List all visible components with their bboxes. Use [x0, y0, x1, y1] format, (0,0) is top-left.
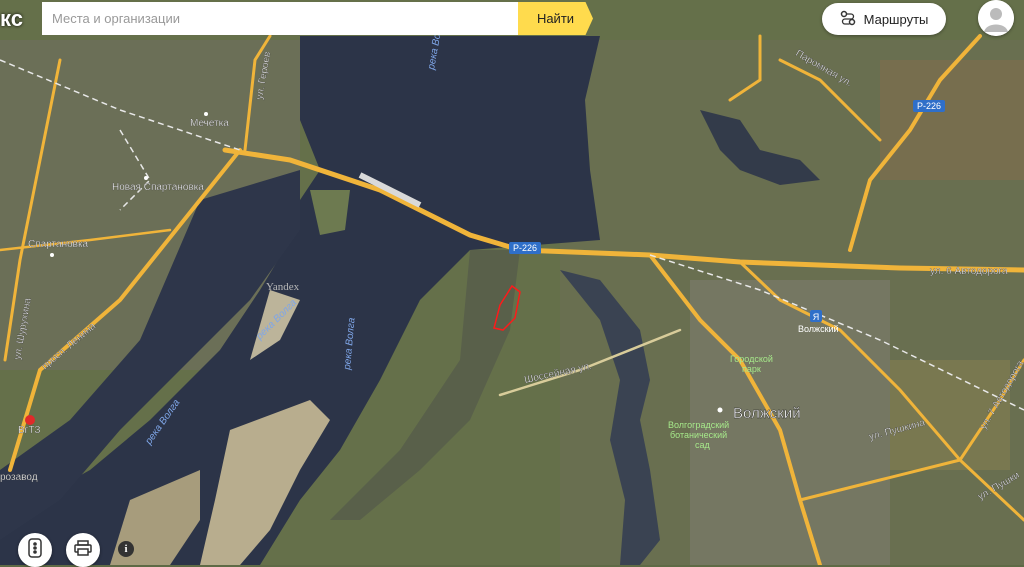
district-label: розавод	[0, 472, 38, 483]
park-label: парк	[742, 364, 761, 374]
print-button[interactable]	[66, 533, 100, 567]
user-avatar[interactable]	[978, 0, 1014, 36]
botanic-label: сад	[695, 440, 711, 450]
search-input[interactable]: Места и организации	[42, 2, 518, 35]
botanic-label: ботанический	[670, 430, 727, 440]
district-label: ВгТЗ	[18, 425, 40, 436]
road-badge: P-226	[913, 100, 945, 112]
routes-button[interactable]: Маршруты	[822, 3, 946, 35]
print-icon	[74, 539, 92, 561]
park-label: Городской	[730, 354, 773, 364]
botanic-label: Волгоградский	[668, 420, 729, 430]
satellite-map[interactable]: P-226 P-226 Yandex река Волга река Волга…	[0, 0, 1024, 565]
road-badge: P-226	[509, 242, 541, 254]
city-label: Волжский	[733, 405, 801, 422]
district-label: Мечетка	[190, 118, 229, 129]
district-label: Новая Спартановка	[112, 182, 204, 193]
svg-text:P-226: P-226	[917, 101, 941, 111]
traffic-icon	[28, 537, 42, 563]
svg-text:P-226: P-226	[513, 243, 537, 253]
info-icon[interactable]: i	[118, 541, 134, 557]
svg-text:Я: Я	[813, 312, 820, 322]
yandex-logo[interactable]: кс	[0, 4, 40, 34]
district-label: Спартановка	[28, 239, 89, 250]
traffic-button[interactable]	[18, 533, 52, 567]
map-watermark: Yandex	[266, 281, 300, 293]
street-label: ул. 6 Автодорога	[930, 266, 1008, 277]
poi-marker[interactable]	[25, 415, 35, 425]
find-button[interactable]: Найти	[518, 2, 593, 35]
routes-icon	[840, 10, 856, 29]
svg-text:Волжский: Волжский	[798, 324, 839, 334]
routes-label: Маршруты	[863, 11, 929, 27]
